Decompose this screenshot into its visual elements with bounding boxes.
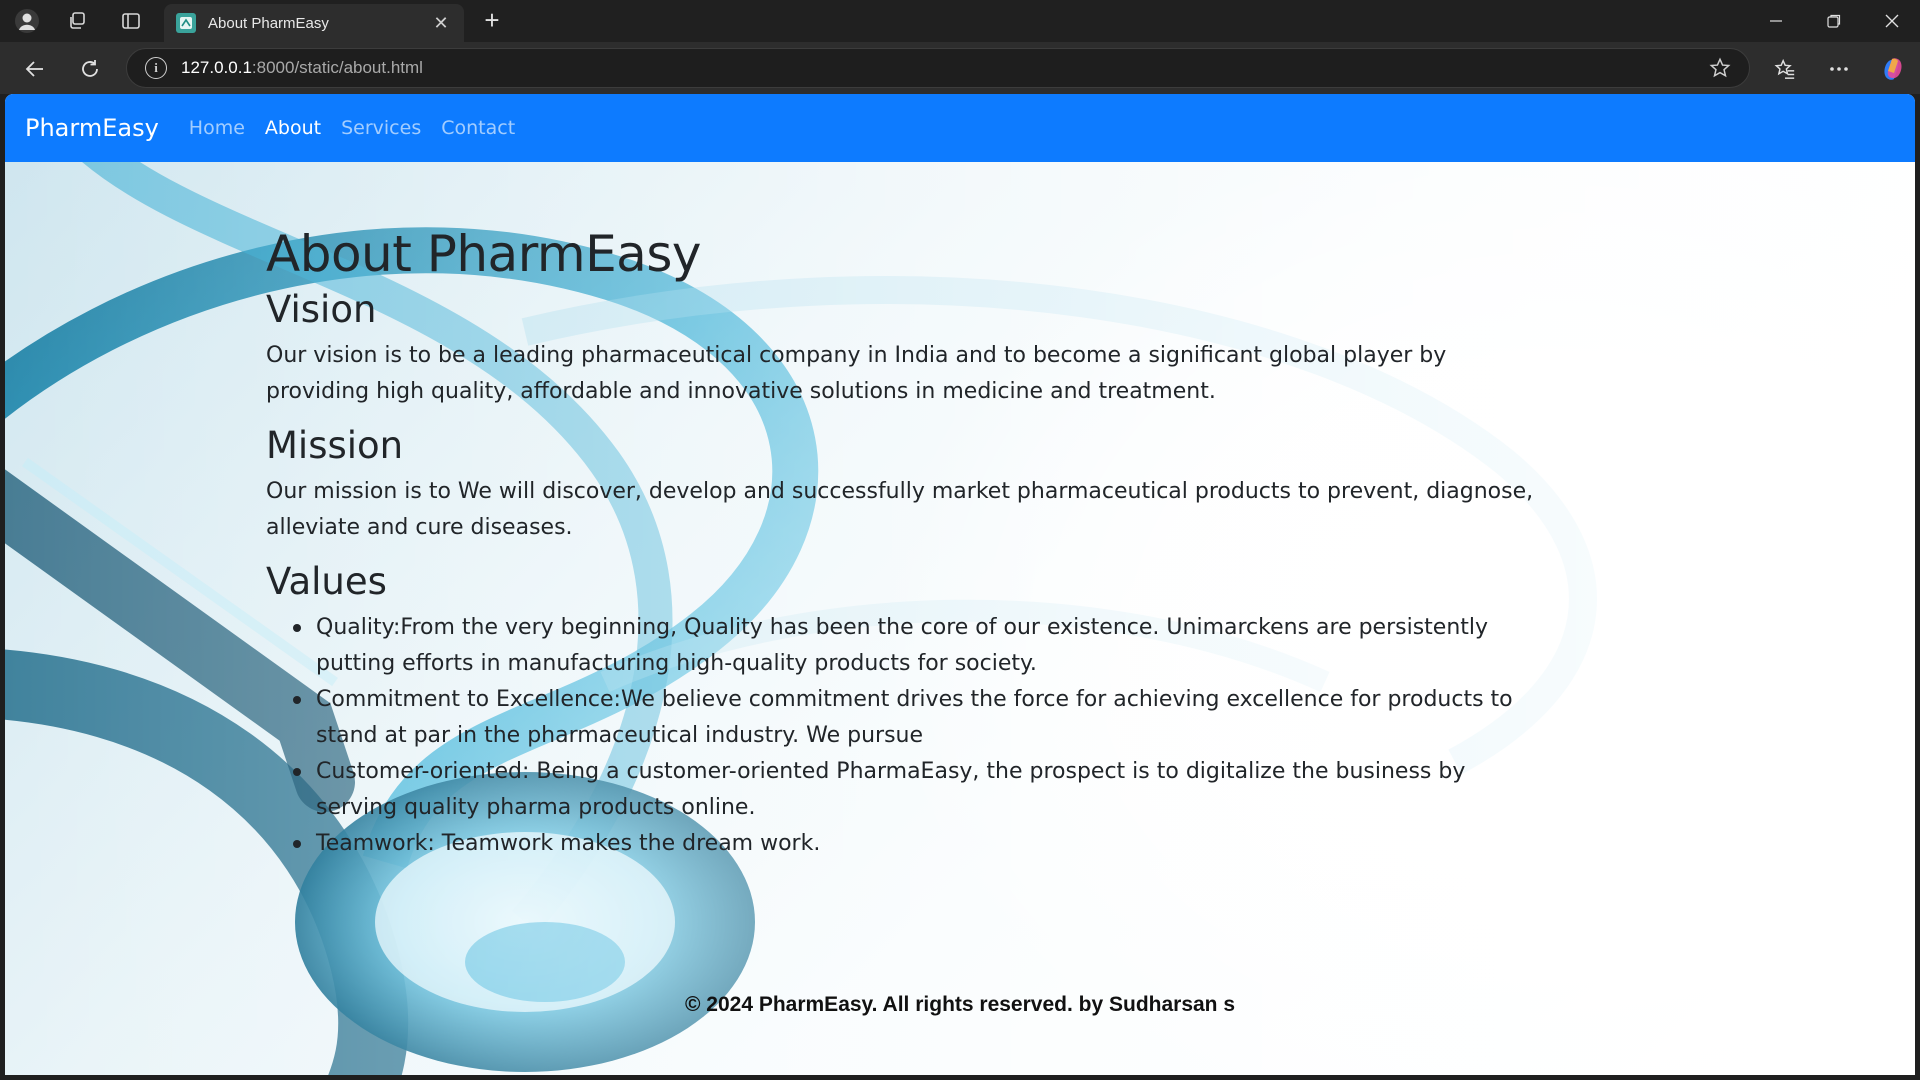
- window-bottom-edge: [0, 1075, 1920, 1080]
- reload-icon[interactable]: [75, 54, 105, 84]
- page-title: About PharmEasy: [266, 225, 701, 283]
- tab-title: About PharmEasy: [208, 14, 329, 32]
- pharmeasy-favicon-icon: [176, 13, 196, 33]
- browser-toolbar: i 127.0.0.1:8000/static/about.html: [0, 42, 1920, 94]
- vision-text: Our vision is to be a leading pharmaceut…: [266, 343, 1447, 404]
- url-text[interactable]: 127.0.0.1:8000/static/about.html: [181, 58, 423, 78]
- site-navbar: PharmEasy Home About Services Contact: [5, 94, 1915, 162]
- page-footer: © 2024 PharmEasy. All rights reserved. b…: [684, 993, 1236, 1016]
- more-options-icon[interactable]: [1824, 54, 1854, 84]
- url-path: :8000/static/about.html: [251, 58, 423, 77]
- url-host: 127.0.0.1: [181, 58, 252, 77]
- back-arrow-icon[interactable]: [20, 54, 50, 84]
- about-content: About PharmEasy Vision Our vision is to …: [266, 224, 1536, 862]
- tab-close-icon[interactable]: ✕: [430, 13, 452, 34]
- page-viewport: PharmEasy Home About Services Contact Ab…: [5, 94, 1915, 1075]
- workspaces-icon[interactable]: [64, 8, 90, 34]
- vision-heading: Vision: [266, 288, 377, 331]
- values-item-customer-oriented: Customer-oriented: Being a customer-orie…: [266, 754, 1536, 826]
- browser-titlebar: About PharmEasy ✕ +: [0, 0, 1920, 42]
- profile-avatar-icon[interactable]: [14, 8, 40, 34]
- close-window-icon[interactable]: [1864, 0, 1920, 42]
- minimize-window-icon[interactable]: [1748, 0, 1804, 42]
- values-heading: Values: [266, 560, 387, 603]
- values-list: Quality:From the very beginning, Quality…: [266, 610, 1536, 862]
- nav-link-contact[interactable]: Contact: [441, 117, 515, 139]
- browser-tab-active[interactable]: About PharmEasy ✕: [164, 4, 464, 42]
- values-item-teamwork: Teamwork: Teamwork makes the dream work.: [266, 826, 1536, 862]
- favorite-star-icon[interactable]: [1709, 57, 1731, 83]
- mission-text: Our mission is to We will discover, deve…: [266, 479, 1534, 540]
- mission-heading: Mission: [266, 424, 404, 467]
- nav-link-home[interactable]: Home: [189, 117, 245, 139]
- nav-link-about[interactable]: About: [265, 117, 321, 139]
- site-info-icon[interactable]: i: [145, 57, 167, 79]
- new-tab-plus-icon[interactable]: +: [478, 7, 506, 35]
- address-bar[interactable]: i 127.0.0.1:8000/static/about.html: [126, 48, 1750, 88]
- copilot-icon[interactable]: [1878, 54, 1908, 84]
- restore-window-icon[interactable]: [1806, 0, 1862, 42]
- vertical-tabs-icon[interactable]: [118, 8, 144, 34]
- favorites-list-icon[interactable]: [1770, 54, 1800, 84]
- navbar-brand[interactable]: PharmEasy: [25, 114, 159, 142]
- nav-link-services[interactable]: Services: [341, 117, 421, 139]
- values-item-commitment: Commitment to Excellence:We believe comm…: [266, 682, 1536, 754]
- values-item-quality: Quality:From the very beginning, Quality…: [266, 610, 1536, 682]
